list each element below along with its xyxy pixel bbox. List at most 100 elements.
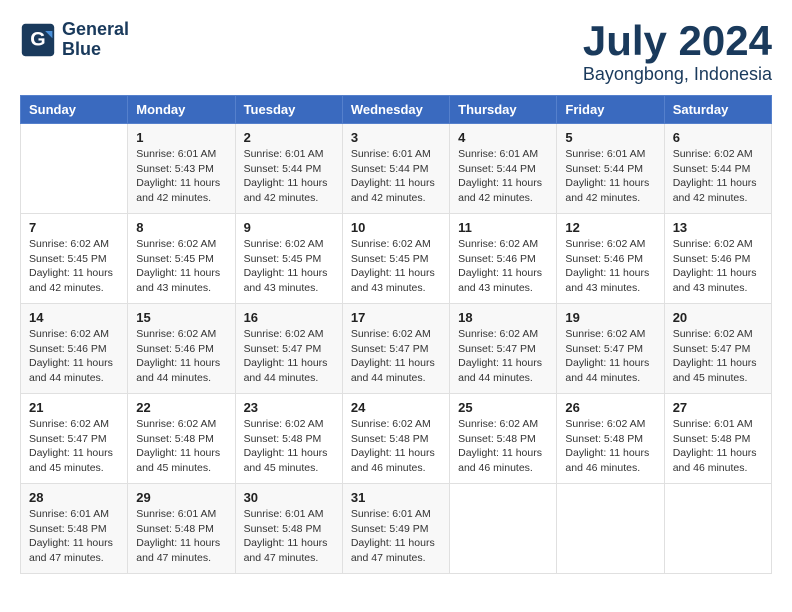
svg-text:G: G	[30, 28, 45, 50]
day-info: Sunrise: 6:01 AM Sunset: 5:44 PM Dayligh…	[351, 147, 441, 206]
week-row-4: 21 Sunrise: 6:02 AM Sunset: 5:47 PM Dayli…	[21, 394, 772, 484]
day-cell	[21, 124, 128, 214]
day-number: 16	[244, 310, 334, 325]
day-number: 22	[136, 400, 226, 415]
day-info: Sunrise: 6:01 AM Sunset: 5:44 PM Dayligh…	[458, 147, 548, 206]
day-number: 8	[136, 220, 226, 235]
logo-text: General Blue	[62, 20, 129, 60]
week-row-3: 14 Sunrise: 6:02 AM Sunset: 5:46 PM Dayli…	[21, 304, 772, 394]
day-number: 1	[136, 130, 226, 145]
day-info: Sunrise: 6:02 AM Sunset: 5:45 PM Dayligh…	[29, 237, 119, 296]
day-number: 27	[673, 400, 763, 415]
day-number: 11	[458, 220, 548, 235]
calendar-header-row: SundayMondayTuesdayWednesdayThursdayFrid…	[21, 96, 772, 124]
day-cell: 2Sunrise: 6:01 AM Sunset: 5:44 PM Daylig…	[235, 124, 342, 214]
day-cell: 6 Sunrise: 6:02 AM Sunset: 5:44 PM Daylig…	[664, 124, 771, 214]
header-col-wednesday: Wednesday	[342, 96, 449, 124]
header-col-thursday: Thursday	[450, 96, 557, 124]
day-cell: 23 Sunrise: 6:02 AM Sunset: 5:48 PM Dayli…	[235, 394, 342, 484]
day-info: Sunrise: 6:01 AM Sunset: 5:48 PM Dayligh…	[136, 507, 226, 566]
day-cell: 17 Sunrise: 6:02 AM Sunset: 5:47 PM Dayli…	[342, 304, 449, 394]
day-cell: 10 Sunrise: 6:02 AM Sunset: 5:45 PM Dayli…	[342, 214, 449, 304]
day-info: Sunrise: 6:02 AM Sunset: 5:44 PM Dayligh…	[673, 147, 763, 206]
day-number: 15	[136, 310, 226, 325]
day-cell: 31 Sunrise: 6:01 AM Sunset: 5:49 PM Dayli…	[342, 484, 449, 574]
day-number: 12	[565, 220, 655, 235]
day-cell: 3 Sunrise: 6:01 AM Sunset: 5:44 PM Daylig…	[342, 124, 449, 214]
day-number: 30	[244, 490, 334, 505]
day-number: 10	[351, 220, 441, 235]
day-info: Sunrise: 6:02 AM Sunset: 5:46 PM Dayligh…	[673, 237, 763, 296]
logo-icon: G	[20, 22, 56, 58]
day-cell: 11 Sunrise: 6:02 AM Sunset: 5:46 PM Dayli…	[450, 214, 557, 304]
day-number: 18	[458, 310, 548, 325]
day-number: 17	[351, 310, 441, 325]
day-number: 9	[244, 220, 334, 235]
day-cell	[557, 484, 664, 574]
day-info: Sunrise: 6:01 AM Sunset: 5:49 PM Dayligh…	[351, 507, 441, 566]
day-info: Sunrise: 6:02 AM Sunset: 5:45 PM Dayligh…	[136, 237, 226, 296]
page-header: G General Blue July 2024 Bayongbong, Ind…	[20, 20, 772, 85]
day-cell: 24Sunrise: 6:02 AM Sunset: 5:48 PM Dayli…	[342, 394, 449, 484]
day-cell: 19Sunrise: 6:02 AM Sunset: 5:47 PM Dayli…	[557, 304, 664, 394]
logo: G General Blue	[20, 20, 129, 60]
header-col-saturday: Saturday	[664, 96, 771, 124]
day-info: Sunrise: 6:02 AM Sunset: 5:46 PM Dayligh…	[29, 327, 119, 386]
location-title: Bayongbong, Indonesia	[583, 64, 772, 85]
day-cell: 29 Sunrise: 6:01 AM Sunset: 5:48 PM Dayli…	[128, 484, 235, 574]
day-number: 5	[565, 130, 655, 145]
title-block: July 2024 Bayongbong, Indonesia	[583, 20, 772, 85]
day-number: 14	[29, 310, 119, 325]
day-info: Sunrise: 6:01 AM Sunset: 5:43 PM Dayligh…	[136, 147, 226, 206]
day-info: Sunrise: 6:02 AM Sunset: 5:47 PM Dayligh…	[458, 327, 548, 386]
day-cell: 18 Sunrise: 6:02 AM Sunset: 5:47 PM Dayli…	[450, 304, 557, 394]
day-info: Sunrise: 6:01 AM Sunset: 5:44 PM Dayligh…	[565, 147, 655, 206]
day-info: Sunrise: 6:02 AM Sunset: 5:46 PM Dayligh…	[458, 237, 548, 296]
day-cell: 22Sunrise: 6:02 AM Sunset: 5:48 PM Dayli…	[128, 394, 235, 484]
day-cell: 26 Sunrise: 6:02 AM Sunset: 5:48 PM Dayli…	[557, 394, 664, 484]
day-info: Sunrise: 6:02 AM Sunset: 5:46 PM Dayligh…	[565, 237, 655, 296]
week-row-5: 28 Sunrise: 6:01 AM Sunset: 5:48 PM Dayli…	[21, 484, 772, 574]
day-number: 29	[136, 490, 226, 505]
week-row-2: 7 Sunrise: 6:02 AM Sunset: 5:45 PM Daylig…	[21, 214, 772, 304]
day-info: Sunrise: 6:02 AM Sunset: 5:45 PM Dayligh…	[244, 237, 334, 296]
day-cell: 4Sunrise: 6:01 AM Sunset: 5:44 PM Daylig…	[450, 124, 557, 214]
day-number: 25	[458, 400, 548, 415]
day-cell	[664, 484, 771, 574]
day-number: 28	[29, 490, 119, 505]
day-info: Sunrise: 6:01 AM Sunset: 5:48 PM Dayligh…	[673, 417, 763, 476]
day-number: 20	[673, 310, 763, 325]
day-number: 7	[29, 220, 119, 235]
day-number: 13	[673, 220, 763, 235]
header-col-sunday: Sunday	[21, 96, 128, 124]
day-info: Sunrise: 6:01 AM Sunset: 5:48 PM Dayligh…	[29, 507, 119, 566]
header-col-monday: Monday	[128, 96, 235, 124]
day-number: 31	[351, 490, 441, 505]
day-info: Sunrise: 6:02 AM Sunset: 5:47 PM Dayligh…	[673, 327, 763, 386]
day-info: Sunrise: 6:02 AM Sunset: 5:47 PM Dayligh…	[29, 417, 119, 476]
day-info: Sunrise: 6:01 AM Sunset: 5:48 PM Dayligh…	[244, 507, 334, 566]
day-info: Sunrise: 6:02 AM Sunset: 5:48 PM Dayligh…	[244, 417, 334, 476]
day-number: 21	[29, 400, 119, 415]
day-cell: 5 Sunrise: 6:01 AM Sunset: 5:44 PM Daylig…	[557, 124, 664, 214]
calendar-table: SundayMondayTuesdayWednesdayThursdayFrid…	[20, 95, 772, 574]
day-number: 26	[565, 400, 655, 415]
day-number: 19	[565, 310, 655, 325]
day-info: Sunrise: 6:02 AM Sunset: 5:48 PM Dayligh…	[565, 417, 655, 476]
day-info: Sunrise: 6:02 AM Sunset: 5:45 PM Dayligh…	[351, 237, 441, 296]
day-cell: 16Sunrise: 6:02 AM Sunset: 5:47 PM Dayli…	[235, 304, 342, 394]
day-number: 2	[244, 130, 334, 145]
month-title: July 2024	[583, 20, 772, 62]
header-col-friday: Friday	[557, 96, 664, 124]
day-cell: 7 Sunrise: 6:02 AM Sunset: 5:45 PM Daylig…	[21, 214, 128, 304]
day-cell	[450, 484, 557, 574]
day-cell: 27 Sunrise: 6:01 AM Sunset: 5:48 PM Dayli…	[664, 394, 771, 484]
day-number: 6	[673, 130, 763, 145]
day-cell: 30 Sunrise: 6:01 AM Sunset: 5:48 PM Dayli…	[235, 484, 342, 574]
day-number: 3	[351, 130, 441, 145]
day-info: Sunrise: 6:02 AM Sunset: 5:47 PM Dayligh…	[351, 327, 441, 386]
day-cell: 8 Sunrise: 6:02 AM Sunset: 5:45 PM Daylig…	[128, 214, 235, 304]
day-cell: 12 Sunrise: 6:02 AM Sunset: 5:46 PM Dayli…	[557, 214, 664, 304]
day-number: 23	[244, 400, 334, 415]
day-info: Sunrise: 6:02 AM Sunset: 5:46 PM Dayligh…	[136, 327, 226, 386]
